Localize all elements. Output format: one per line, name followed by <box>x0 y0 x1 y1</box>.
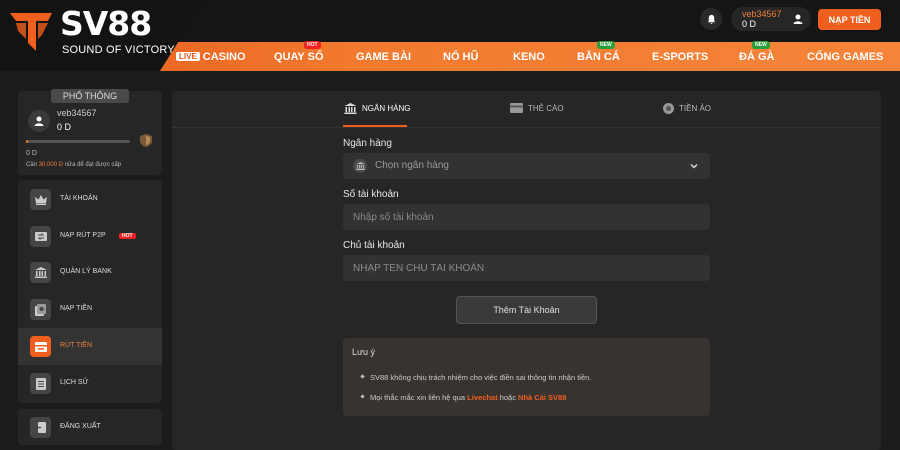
nav-keno[interactable]: KENO <box>513 51 545 63</box>
note-text: Mọi thắc mắc xin liên hệ qua <box>370 393 466 402</box>
account-number-label: Số tài khoản <box>343 189 399 200</box>
profile-balance: 0 D <box>57 122 72 132</box>
need-suffix: nữa để đạt được cấp <box>64 162 122 168</box>
nav-ban-ca[interactable]: BẮN CÁ <box>577 51 620 63</box>
history-icon <box>30 373 51 394</box>
note-text: hoặc <box>499 393 516 402</box>
hot-badge: HOT <box>119 233 136 239</box>
deposit-button[interactable]: NẠP TIỀN <box>818 9 881 30</box>
note-item: Mọi thắc mắc xin liên hệ qua Livechat ho… <box>360 393 566 402</box>
user-icon <box>793 14 803 24</box>
note-item: SV88 không chịu trách nhiệm cho việc điề… <box>360 373 592 382</box>
account-menu: TÀI KHOẢN NẠP RÚT P2P HOT QUẢN LÝ BANK N… <box>18 180 162 403</box>
tab-label: THẺ CÀO <box>528 103 564 113</box>
nav-quay-so[interactable]: QUAY SỐ <box>274 51 324 63</box>
tab-label: TIỀN ẢO <box>679 104 712 113</box>
tab-ngan-hang[interactable]: NGÂN HÀNG <box>344 103 410 114</box>
rank-need-text: Cần 30,000 D nữa để đạt được cấp <box>26 162 121 168</box>
menu-label: TÀI KHOẢN <box>60 195 98 202</box>
account-number-input[interactable] <box>353 204 693 230</box>
nav-no-hu[interactable]: NỔ HŨ <box>443 51 478 63</box>
menu-label: LỊCH SỬ <box>60 379 89 386</box>
logout-button[interactable]: ĐĂNG XUẤT <box>18 409 162 445</box>
notification-bell-icon[interactable] <box>700 8 722 30</box>
live-tag: LIVE <box>176 52 200 61</box>
hot-badge: HOT <box>304 41 321 49</box>
menu-label: QUẢN LÝ BANK <box>60 268 112 275</box>
chevron-down-icon <box>690 163 698 169</box>
bank-icon <box>353 159 367 173</box>
account-holder-input[interactable] <box>353 255 693 281</box>
bank-icon <box>30 262 51 283</box>
tabs-divider <box>172 127 881 128</box>
user-balance-pill[interactable]: veb34567 0 D <box>731 7 811 31</box>
menu-label: NẠP TIỀN <box>60 305 93 312</box>
menu-item-nap-rut-p2p[interactable]: NẠP RÚT P2P HOT <box>18 218 162 255</box>
nav-cong-games[interactable]: CỔNG GAMES <box>807 51 883 63</box>
account-number-field[interactable] <box>343 204 710 230</box>
menu-item-nap-tien[interactable]: NẠP TIỀN <box>18 291 162 328</box>
need-prefix: Cần <box>26 162 38 168</box>
menu-item-lich-su[interactable]: LỊCH SỬ <box>18 365 162 402</box>
withdraw-icon <box>30 336 51 357</box>
brand-tagline: SOUND OF VICTORY <box>62 44 175 56</box>
livechat-link[interactable]: Livechat <box>467 393 497 402</box>
nav-esports[interactable]: E-SPORTS <box>652 51 708 63</box>
logout-label: ĐĂNG XUẤT <box>60 423 101 430</box>
user-icon <box>34 116 44 126</box>
header-balance: 0 D <box>742 19 757 29</box>
account-holder-label: Chủ tài khoản <box>343 240 405 251</box>
bank-select-placeholder: Chọn ngân hàng <box>375 160 449 171</box>
nha-cai-link[interactable]: Nhà Cái SV88 <box>518 393 566 402</box>
menu-label: RÚT TIỀN <box>60 342 93 349</box>
menu-item-rut-tien[interactable]: RÚT TIỀN <box>18 328 162 365</box>
deposit-icon <box>30 299 51 320</box>
card-icon <box>510 103 523 113</box>
coin-icon <box>663 103 674 114</box>
avatar <box>28 110 50 132</box>
nav-da-ga[interactable]: ĐÁ GÀ <box>739 51 774 63</box>
menu-label: NẠP RÚT P2P <box>60 232 106 239</box>
add-account-button[interactable]: Thêm Tài Khoản <box>456 296 597 324</box>
note-text: SV88 không chịu trách nhiệm cho việc điề… <box>370 373 592 382</box>
transfer-icon <box>30 226 51 247</box>
rank-badge: PHỔ THÔNG <box>51 89 129 103</box>
rank-shield-icon <box>140 134 152 147</box>
account-holder-field[interactable] <box>343 255 710 281</box>
profile-username: veb34567 <box>57 108 97 118</box>
logo-mark-icon <box>10 13 52 51</box>
note-title: Lưu ý <box>352 347 376 357</box>
need-amount: 30,000 D <box>38 162 64 168</box>
bank-icon <box>344 103 357 114</box>
header-username: veb34567 <box>742 9 782 19</box>
menu-item-quan-ly-bank[interactable]: QUẢN LÝ BANK <box>18 254 162 291</box>
rank-progress-fill <box>26 140 29 143</box>
tab-tien-ao[interactable]: TIỀN ẢO <box>663 103 711 114</box>
bank-label: Ngân hàng <box>343 138 392 149</box>
rank-progress-value: 0 D <box>26 150 37 157</box>
crown-icon <box>30 189 51 210</box>
brand-name: SV88 <box>60 4 152 43</box>
top-bar: SV88 SOUND OF VICTORY veb34567 0 D NẠP T… <box>0 0 900 71</box>
nav-game-bai[interactable]: GAME BÀI <box>356 51 411 63</box>
bullet-icon <box>360 374 365 379</box>
rank-progress-bar <box>26 140 130 143</box>
bank-select[interactable]: Chọn ngân hàng <box>343 153 710 179</box>
new-badge: NEW <box>752 41 770 49</box>
logout-icon <box>30 417 51 438</box>
nav-casino[interactable]: LIVE CASINO <box>176 51 246 63</box>
active-tab-indicator <box>343 125 407 127</box>
tab-the-cao[interactable]: THẺ CÀO <box>510 103 564 113</box>
bullet-icon <box>360 394 365 399</box>
tab-label: NGÂN HÀNG <box>362 104 411 113</box>
new-badge: NEW <box>597 41 615 49</box>
nav-label: CASINO <box>202 51 246 63</box>
menu-item-tai-khoan[interactable]: TÀI KHOẢN <box>18 181 162 218</box>
note-box: Lưu ý SV88 không chịu trách nhiệm cho vi… <box>343 338 710 416</box>
